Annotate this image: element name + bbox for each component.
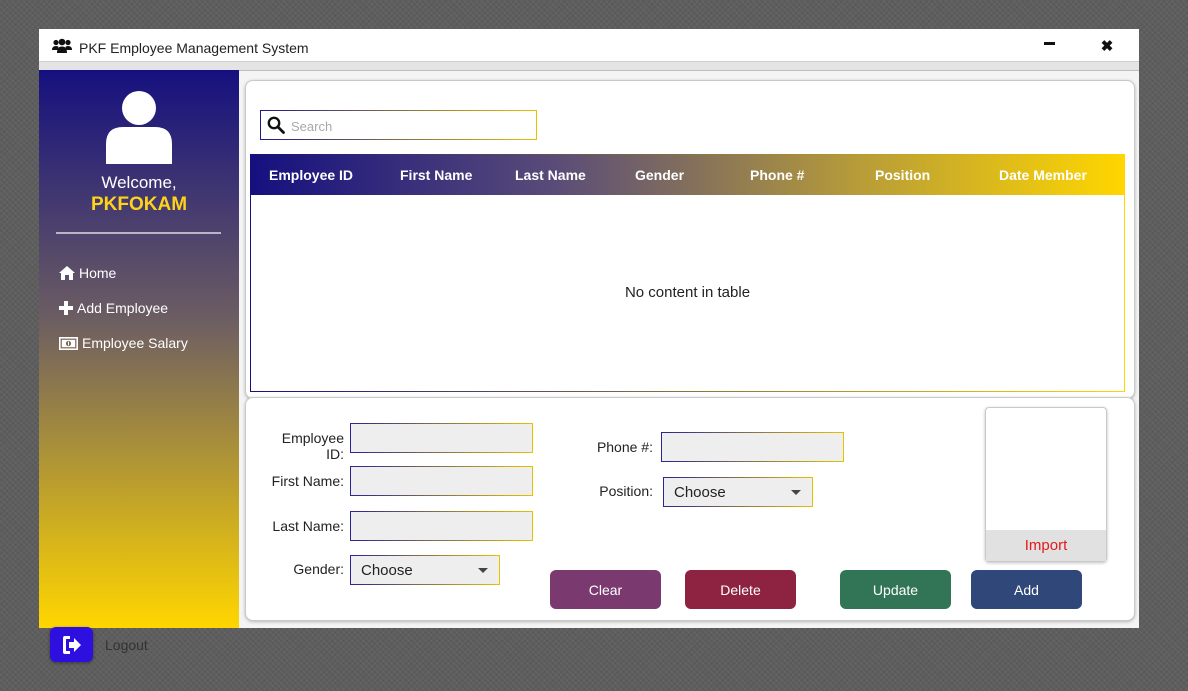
minimize-icon [1043, 41, 1055, 45]
last-name-label: Last Name: [272, 518, 344, 534]
search-icon [267, 116, 285, 134]
column-header-last-name[interactable]: Last Name [515, 167, 586, 183]
first-name-label: First Name: [271, 473, 344, 489]
column-header-employee-id[interactable]: Employee ID [269, 167, 353, 183]
employee-id-label: Employee ID: [281, 430, 344, 462]
logout-label[interactable]: Logout [105, 637, 148, 653]
last-name-field[interactable] [350, 511, 533, 541]
import-button[interactable]: Import [986, 530, 1106, 561]
sidebar-divider [56, 232, 221, 234]
close-icon: ✖ [1100, 38, 1114, 55]
chevron-down-icon [791, 490, 801, 495]
home-icon [59, 266, 75, 280]
position-select-value: Choose [674, 484, 726, 501]
search-box[interactable] [260, 110, 537, 140]
window-title: PKF Employee Management System [79, 40, 309, 56]
title-bar: PKF Employee Management System ✖ [39, 29, 1139, 62]
update-button[interactable]: Update [840, 570, 951, 609]
sidebar: Welcome, PKFOKAM Home Add Employee Emplo… [39, 70, 239, 662]
close-button[interactable]: ✖ [1092, 33, 1122, 59]
sign-out-icon [62, 635, 81, 654]
add-button[interactable]: Add [971, 570, 1082, 609]
clear-button[interactable]: Clear [550, 570, 661, 609]
first-name-field[interactable] [350, 466, 533, 496]
sidebar-item-add-employee[interactable]: Add Employee [59, 300, 168, 316]
gender-select[interactable]: Choose [350, 555, 500, 585]
app-window: PKF Employee Management System ✖ Welcome… [39, 29, 1139, 662]
employee-form-panel: Employee ID: First Name: Last Name: Gend… [245, 397, 1135, 621]
employee-id-field[interactable] [350, 423, 533, 453]
users-icon [52, 38, 72, 53]
search-input[interactable] [289, 115, 533, 137]
column-header-phone[interactable]: Phone # [750, 167, 804, 183]
gender-label: Gender: [293, 561, 344, 577]
table-empty-message: No content in table [624, 284, 751, 301]
chevron-down-icon [478, 568, 488, 573]
column-header-date-member[interactable]: Date Member [999, 167, 1087, 183]
table-header: Employee ID First Name Last Name Gender … [251, 155, 1124, 195]
welcome-text: Welcome, [101, 173, 177, 192]
column-header-position[interactable]: Position [875, 167, 930, 183]
employee-table-panel: Employee ID First Name Last Name Gender … [245, 80, 1135, 399]
minimize-button[interactable] [1034, 33, 1064, 59]
position-select[interactable]: Choose [663, 477, 813, 507]
gender-select-value: Choose [361, 562, 413, 579]
column-header-first-name[interactable]: First Name [400, 167, 472, 183]
sidebar-item-employee-salary[interactable]: Employee Salary [59, 335, 188, 351]
phone-field[interactable] [661, 432, 844, 462]
position-label: Position: [599, 483, 653, 499]
employee-table: Employee ID First Name Last Name Gender … [250, 154, 1125, 392]
sidebar-item-home[interactable]: Home [59, 265, 116, 281]
user-avatar-icon [106, 91, 172, 164]
plus-icon [59, 301, 73, 315]
money-icon [59, 336, 78, 350]
delete-button[interactable]: Delete [685, 570, 796, 609]
employee-photo-box: Import [985, 407, 1107, 562]
phone-label: Phone #: [596, 439, 653, 455]
username: PKFOKAM [90, 194, 188, 215]
column-header-gender[interactable]: Gender [635, 167, 684, 183]
sidebar-item-label: Add Employee [77, 300, 169, 316]
sidebar-item-label: Home [79, 265, 117, 281]
logout-button[interactable] [50, 627, 93, 662]
sidebar-item-label: Employee Salary [82, 335, 188, 351]
